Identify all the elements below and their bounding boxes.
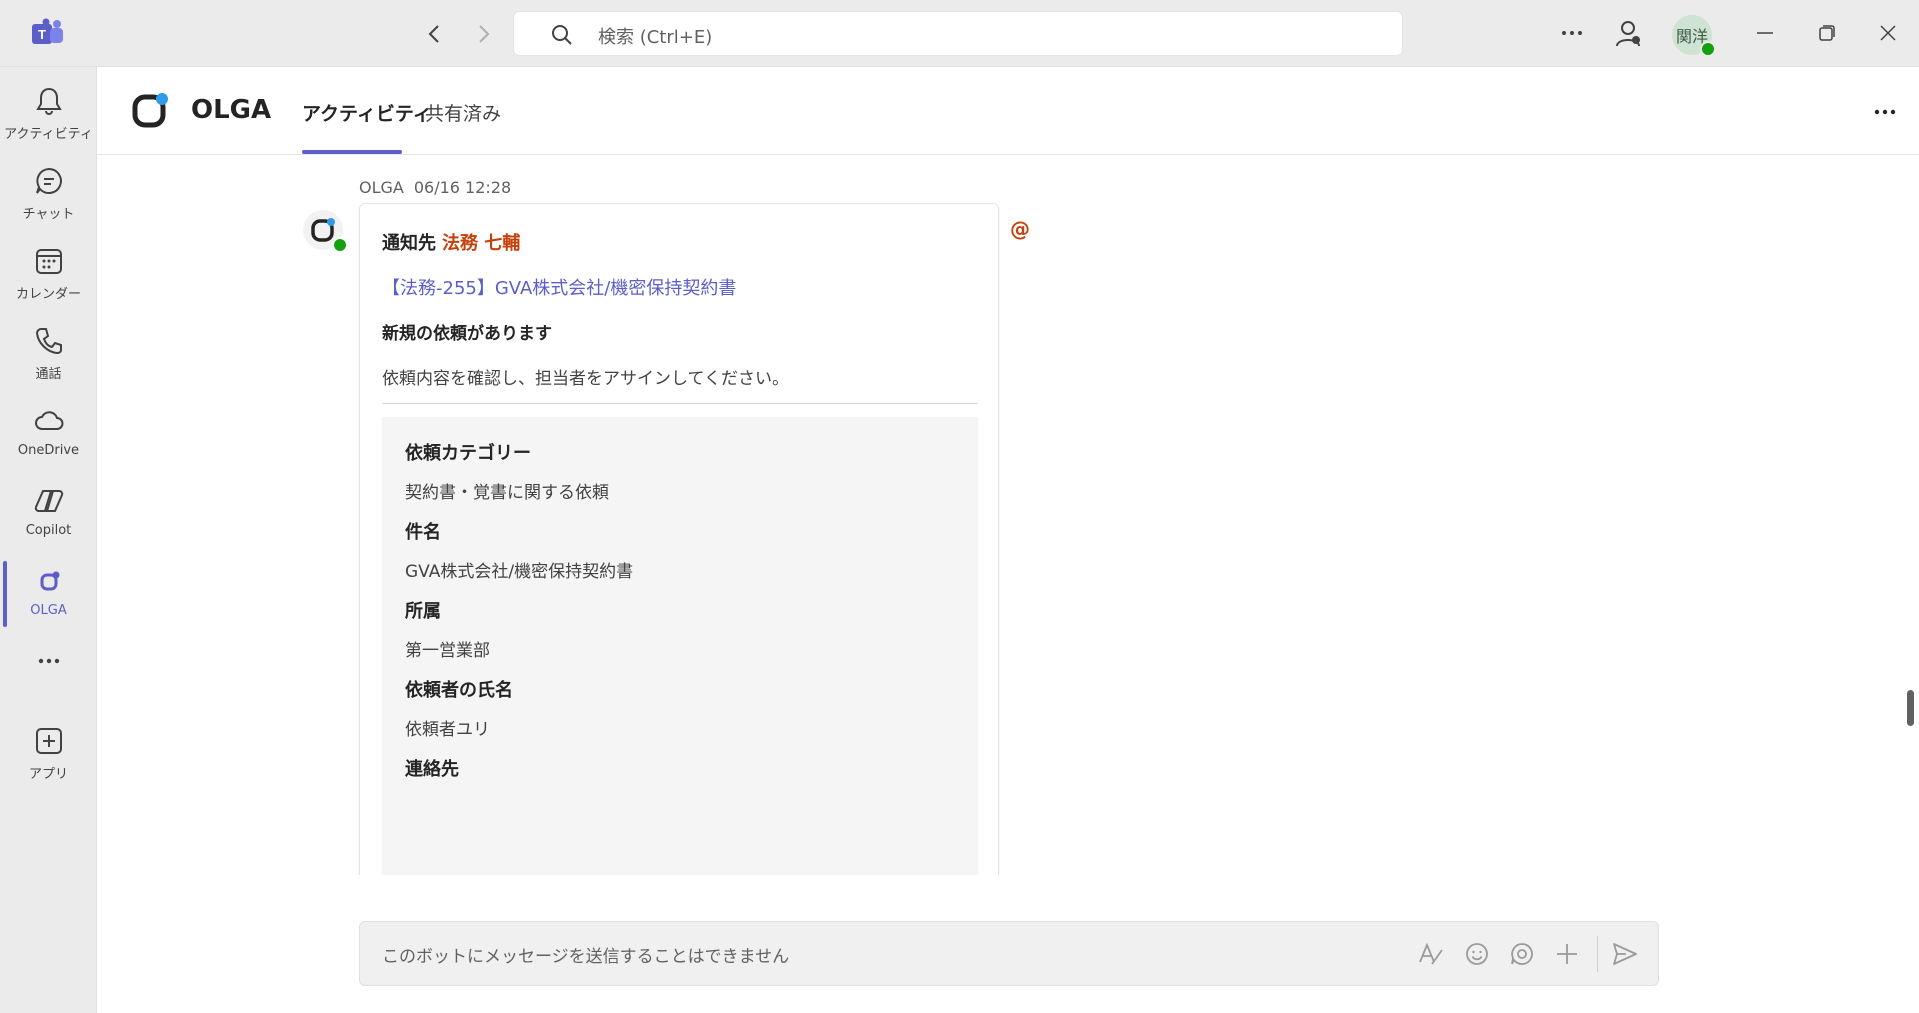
tab-shared[interactable]: 共有済み bbox=[425, 99, 501, 126]
divider bbox=[1597, 936, 1598, 972]
cloud-icon bbox=[34, 411, 63, 430]
app-header: OLGA アクティビティ 共有済み bbox=[97, 67, 1919, 155]
back-icon[interactable] bbox=[421, 20, 449, 48]
rail-label: アクティビティ bbox=[4, 127, 93, 142]
compose-placeholder: このボットにメッセージを送信することはできません bbox=[382, 947, 790, 967]
card-body-text: 依頼内容を確認し、担当者をアサインしてください。 bbox=[382, 369, 789, 389]
search-box[interactable]: 検索 (Ctrl+E) bbox=[513, 11, 1403, 56]
more-apps-icon bbox=[38, 658, 59, 664]
restore-icon[interactable] bbox=[1810, 16, 1844, 50]
fact-title: 依頼カテゴリー bbox=[405, 443, 531, 464]
fact-title: 連絡先 bbox=[405, 759, 459, 780]
rail-item-chat[interactable]: チャット bbox=[0, 153, 97, 227]
search-placeholder: 検索 (Ctrl+E) bbox=[598, 27, 713, 48]
fact-title: 所属 bbox=[405, 601, 441, 622]
loop-icon[interactable] bbox=[1508, 940, 1536, 968]
calendar-icon bbox=[35, 249, 62, 274]
add-app-icon bbox=[35, 728, 62, 754]
plus-icon[interactable] bbox=[1553, 940, 1581, 968]
fact-value: 契約書・覚書に関する依頼 bbox=[405, 483, 609, 503]
phone-icon bbox=[35, 328, 62, 355]
rail-label: 通話 bbox=[35, 367, 62, 382]
teams-logo-icon[interactable]: T bbox=[30, 18, 66, 48]
fact-value: GVA株式会社/機密保持契約書 bbox=[405, 562, 634, 582]
format-icon[interactable] bbox=[1417, 940, 1445, 968]
fact-value: 依頼者ユリ bbox=[405, 720, 490, 740]
request-link[interactable]: 【法務-255】GVA株式会社/機密保持契約書 bbox=[382, 274, 736, 300]
sender-name: OLGA bbox=[359, 178, 404, 197]
forward-icon[interactable] bbox=[469, 20, 497, 48]
mention[interactable]: 法務 七輔 bbox=[442, 233, 520, 254]
rail-label: Copilot bbox=[25, 523, 72, 538]
compose-box[interactable]: このボットにメッセージを送信することはできません bbox=[359, 921, 1659, 986]
tab-activity[interactable]: アクティビティ bbox=[302, 99, 432, 126]
send-icon[interactable] bbox=[1611, 940, 1639, 968]
rail-label: チャット bbox=[22, 207, 75, 222]
chat-icon bbox=[35, 167, 62, 194]
app-title: OLGA bbox=[191, 95, 272, 125]
org-person-icon[interactable] bbox=[1612, 18, 1644, 50]
user-avatar[interactable]: 関洋 bbox=[1672, 15, 1716, 57]
rail-item-copilot[interactable]: Copilot bbox=[0, 473, 97, 547]
fact-title: 件名 bbox=[405, 522, 441, 543]
adaptive-card: 通知先 法務 七輔 【法務-255】GVA株式会社/機密保持契約書 新規の依頼があ… bbox=[359, 203, 999, 875]
presence-available-icon bbox=[1700, 41, 1716, 57]
close-icon[interactable] bbox=[1871, 16, 1905, 50]
minimize-icon[interactable] bbox=[1748, 16, 1782, 50]
more-options-icon[interactable] bbox=[1555, 18, 1589, 48]
search-icon bbox=[552, 25, 572, 45]
title-bar: T 検索 (Ctrl+E) 関洋 bbox=[0, 0, 1919, 67]
presence-available-icon bbox=[332, 237, 348, 253]
card-heading: 新規の依頼があります bbox=[382, 324, 552, 344]
rail-item-activity[interactable]: アクティビティ bbox=[0, 73, 97, 147]
rail-item-calls[interactable]: 通話 bbox=[0, 313, 97, 387]
rail-label: カレンダー bbox=[15, 287, 81, 302]
rail-item-apps[interactable]: アプリ bbox=[0, 713, 97, 787]
rail-label: OneDrive bbox=[17, 443, 80, 458]
notify-prefix: 通知先 bbox=[382, 233, 436, 254]
olga-icon bbox=[40, 571, 59, 591]
divider bbox=[382, 403, 978, 404]
app-rail: アクティビティ チャット カレンダー 通話 OneDrive Copilot O… bbox=[0, 67, 97, 1013]
notify-line: 通知先 法務 七輔 bbox=[382, 229, 520, 255]
copilot-icon bbox=[34, 490, 63, 512]
fact-value: 第一営業部 bbox=[405, 641, 490, 661]
mention-at-icon: @ bbox=[1010, 217, 1030, 241]
message-meta: OLGA 06/16 12:28 bbox=[359, 178, 511, 197]
rail-item-calendar[interactable]: カレンダー bbox=[0, 233, 97, 307]
emoji-icon[interactable] bbox=[1463, 940, 1491, 968]
header-more-icon[interactable] bbox=[1869, 97, 1901, 127]
message-time: 06/16 12:28 bbox=[413, 178, 512, 197]
rail-item-more[interactable] bbox=[0, 633, 97, 707]
rail-item-onedrive[interactable]: OneDrive bbox=[0, 393, 97, 467]
scrollbar-thumb[interactable] bbox=[1907, 690, 1914, 726]
rail-item-olga[interactable]: OLGA bbox=[0, 553, 97, 627]
message-pane: OLGA 06/16 12:28 通知先 法務 七輔 【法務-255】GVA株式会社… bbox=[97, 155, 1919, 875]
active-tab-indicator bbox=[302, 150, 402, 154]
fact-set: 依頼カテゴリー 契約書・覚書に関する依頼 件名 GVA株式会社/機密保持契約書 … bbox=[382, 417, 978, 875]
fact-title: 依頼者の氏名 bbox=[405, 680, 513, 701]
rail-label: OLGA bbox=[30, 603, 67, 618]
rail-label: アプリ bbox=[28, 767, 68, 782]
bell-icon bbox=[35, 87, 62, 115]
svg-text:T: T bbox=[38, 27, 46, 42]
olga-logo-icon bbox=[132, 93, 168, 128]
